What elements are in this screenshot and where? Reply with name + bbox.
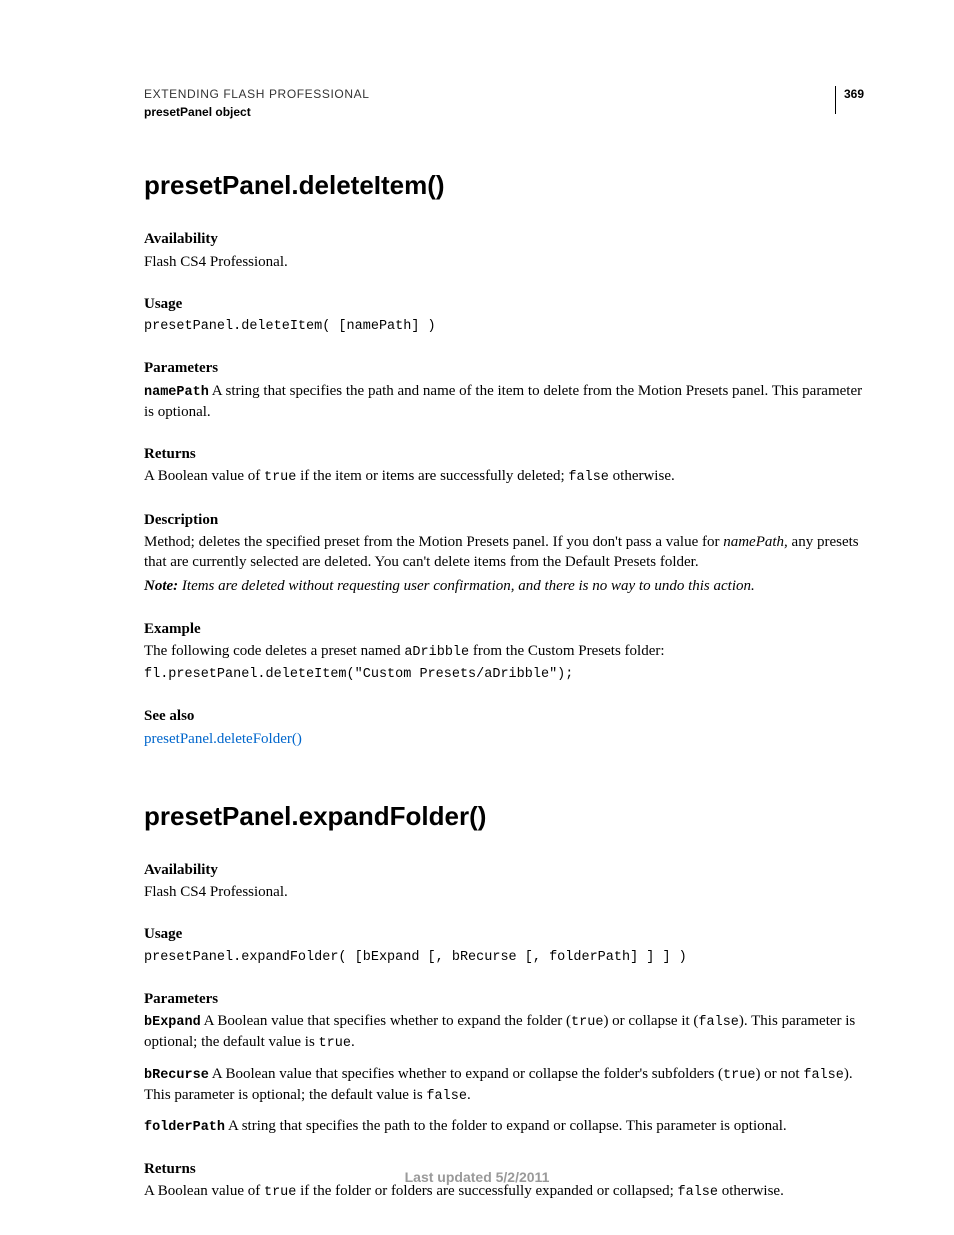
seealso-heading: See also	[144, 706, 864, 726]
availability-heading: Availability	[144, 860, 864, 880]
returns-text: A Boolean value of true if the item or i…	[144, 466, 864, 487]
example-heading: Example	[144, 619, 864, 639]
entry-heading-expandfolder: presetPanel.expandFolder()	[144, 799, 864, 834]
param-name: namePath	[144, 385, 209, 400]
note-text: Note: Items are deleted without requesti…	[144, 576, 864, 596]
param-namepath: namePath A string that specifies the pat…	[144, 381, 864, 422]
param-text: A string that specifies the path and nam…	[144, 383, 862, 420]
availability-text: Flash CS4 Professional.	[144, 252, 864, 272]
param-brecurse: bRecurse A Boolean value that specifies …	[144, 1064, 864, 1106]
param-name: bExpand	[144, 1015, 201, 1030]
usage-code: presetPanel.deleteItem( [namePath] )	[144, 318, 864, 336]
doc-title: EXTENDING FLASH PROFESSIONAL	[144, 86, 864, 102]
link-deletefolder[interactable]: presetPanel.deleteFolder()	[144, 731, 302, 747]
section-title: presetPanel object	[144, 104, 864, 120]
description-heading: Description	[144, 510, 864, 530]
param-name: bRecurse	[144, 1068, 209, 1083]
parameters-heading: Parameters	[144, 989, 864, 1009]
description-text: Method; deletes the specified preset fro…	[144, 532, 864, 573]
usage-code: presetPanel.expandFolder( [bExpand [, bR…	[144, 949, 864, 967]
running-header: EXTENDING FLASH PROFESSIONAL presetPanel…	[144, 86, 864, 120]
seealso-links: presetPanel.deleteFolder()	[144, 729, 864, 749]
param-folderpath: folderPath A string that specifies the p…	[144, 1116, 864, 1137]
entry-heading-deleteitem: presetPanel.deleteItem()	[144, 168, 864, 203]
returns-heading: Returns	[144, 444, 864, 464]
param-name: folderPath	[144, 1120, 225, 1135]
page: 369 EXTENDING FLASH PROFESSIONAL presetP…	[0, 0, 954, 1235]
availability-heading: Availability	[144, 229, 864, 249]
usage-heading: Usage	[144, 924, 864, 944]
usage-heading: Usage	[144, 294, 864, 314]
footer-updated: Last updated 5/2/2011	[0, 1168, 954, 1187]
parameters-heading: Parameters	[144, 358, 864, 378]
availability-text: Flash CS4 Professional.	[144, 882, 864, 902]
example-intro: The following code deletes a preset name…	[144, 641, 864, 662]
param-bexpand: bExpand A Boolean value that specifies w…	[144, 1011, 864, 1053]
example-code: fl.presetPanel.deleteItem("Custom Preset…	[144, 666, 864, 684]
